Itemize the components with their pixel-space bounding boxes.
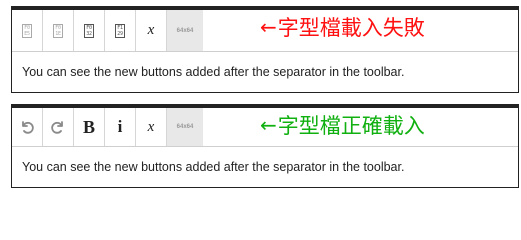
editor-content[interactable]: You can see the new buttons added after …: [12, 147, 518, 187]
annotation-font-loaded: ← 字型檔正確載入: [260, 110, 425, 140]
base64-label: 64x64: [176, 124, 194, 130]
x-label: x: [147, 22, 155, 38]
base64-label: 64x64: [176, 27, 194, 34]
bold-icon: B: [82, 116, 95, 137]
editor-content[interactable]: You can see the new buttons added after …: [12, 52, 518, 92]
glyph-code: 29: [117, 30, 123, 37]
missing-glyph-icon: F0 E5: [22, 23, 32, 38]
annotation-text: 字型檔載入失敗: [277, 16, 425, 40]
missing-glyph-icon: F1 29: [115, 23, 125, 38]
annotation-text: 字型檔正確載入: [277, 114, 425, 138]
bold-button[interactable]: B: [74, 108, 104, 146]
arrow-left-icon: ←: [260, 15, 277, 39]
info-button[interactable]: i: [105, 108, 135, 146]
undo-button[interactable]: [12, 108, 42, 146]
info-icon: i: [117, 117, 123, 136]
content-text: You can see the new buttons added after …: [22, 65, 405, 79]
missing-glyph-icon: F0 32: [84, 23, 94, 38]
glyph-code: E5: [24, 30, 30, 37]
missing-glyph-icon: F0 1E: [53, 23, 63, 38]
x-label: x: [147, 118, 155, 135]
undo-button[interactable]: F0 E5: [12, 10, 42, 51]
base64-image-button[interactable]: 64x64: [167, 108, 203, 146]
page: F0 E5 F0 1E F0 32 F1 29 x 64x64 You can …: [0, 0, 521, 200]
x-button[interactable]: x: [136, 10, 166, 51]
content-text: You can see the new buttons added after …: [22, 160, 405, 174]
undo-icon: [22, 121, 34, 134]
glyph-code: 32: [86, 30, 92, 37]
annotation-font-failed: ← 字型檔載入失敗: [260, 12, 425, 42]
bold-button[interactable]: F0 32: [74, 10, 104, 51]
base64-image-button[interactable]: 64x64: [167, 10, 203, 51]
redo-icon: [51, 121, 63, 134]
glyph-code: 1E: [55, 30, 61, 37]
info-button[interactable]: F1 29: [105, 10, 135, 51]
x-button[interactable]: x: [136, 108, 166, 146]
arrow-left-icon: ←: [260, 113, 277, 137]
redo-button[interactable]: [43, 108, 73, 146]
redo-button[interactable]: F0 1E: [43, 10, 73, 51]
